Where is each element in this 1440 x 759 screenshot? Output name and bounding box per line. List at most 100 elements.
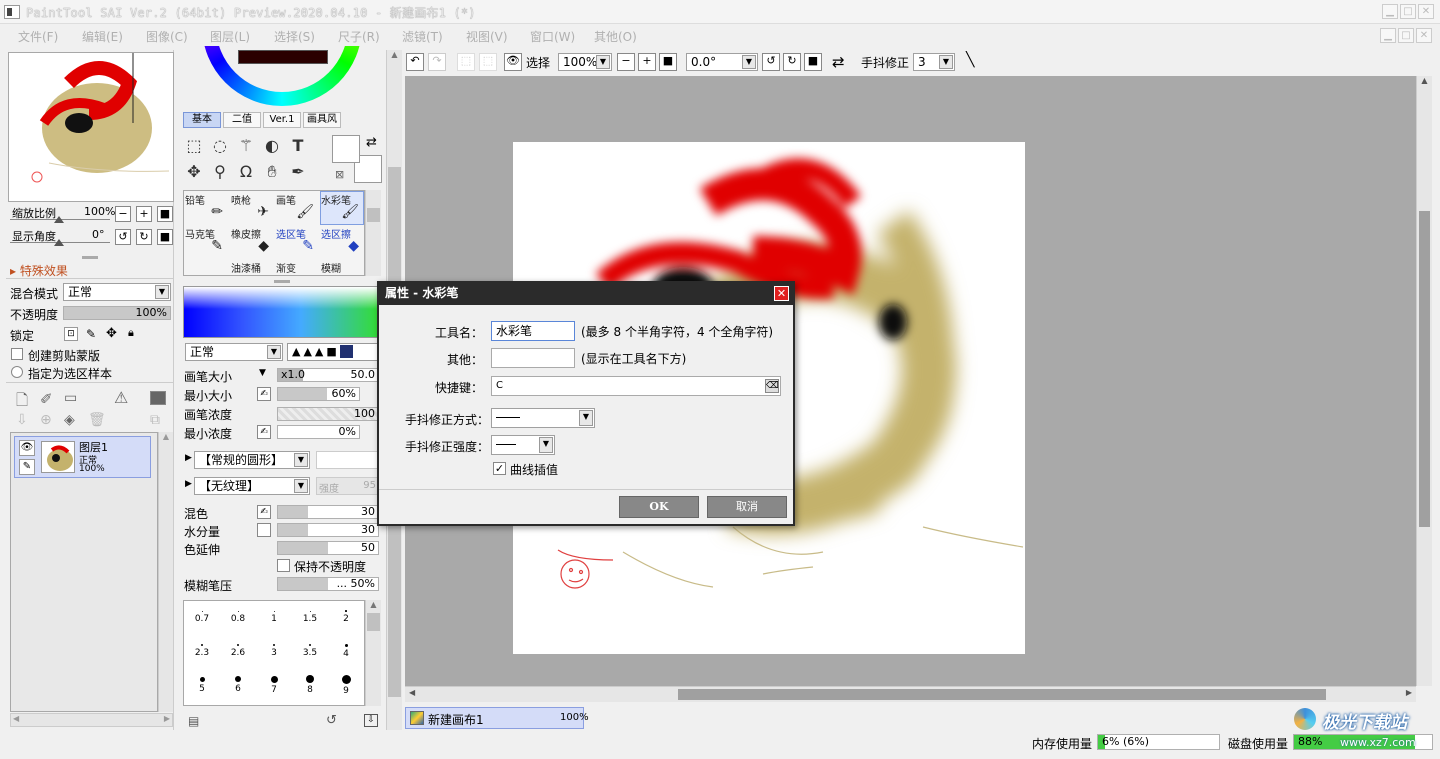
shape-icon[interactable]: ◐ <box>261 135 283 157</box>
zoom-in-button[interactable]: + <box>638 53 656 71</box>
notes-icon[interactable]: ▤ <box>188 714 199 728</box>
rotate-cw-button[interactable]: ↻ <box>783 53 801 71</box>
preset-cell[interactable]: 7 <box>256 669 292 705</box>
zoom-out-button[interactable]: − <box>115 206 131 222</box>
lasso-icon[interactable]: ◌ <box>209 135 231 157</box>
pressure-icon[interactable]: ✍ <box>257 387 271 401</box>
move-icon[interactable]: ✥ <box>183 161 205 183</box>
clear-shortcut-icon[interactable]: ⌫ <box>765 379 779 393</box>
select-sample-radio[interactable] <box>11 366 23 378</box>
maximize-button[interactable]: □ <box>1400 4 1416 19</box>
lock-all-icon[interactable]: 🔒︎ <box>128 326 134 340</box>
blend-slider[interactable]: 30 <box>277 505 379 519</box>
redo-icon[interactable]: ↷ <box>428 53 446 71</box>
menu-select[interactable]: 选择(S) <box>274 28 315 45</box>
mask-icon[interactable] <box>150 391 166 405</box>
zoom-slider-thumb-icon[interactable] <box>54 216 64 223</box>
preset-cell[interactable]: 4 <box>328 635 364 671</box>
brush-bucket[interactable]: 油漆桶 <box>230 259 274 275</box>
zoom-reset-button[interactable]: ■ <box>659 53 677 71</box>
minimize-button[interactable]: ▁ <box>1382 4 1398 19</box>
water-pressure-checkbox[interactable] <box>257 523 271 537</box>
rotate-cw-button[interactable]: ↻ <box>136 229 152 245</box>
blur-pressure-slider[interactable]: ... 50% <box>277 577 379 591</box>
doc-minimize-button[interactable]: ▁ <box>1380 28 1396 43</box>
special-effects-header[interactable]: ▸ 特殊效果 <box>10 262 68 279</box>
stabilizer-select[interactable]: 3 ▼ <box>913 53 955 71</box>
rotate-ccw-button[interactable]: ↺ <box>762 53 780 71</box>
size-slider[interactable]: x1.0 50.0 <box>277 368 379 382</box>
flip-horizontal-icon[interactable]: ⇄ <box>832 53 845 71</box>
layer-item-layer1[interactable]: 👁︎ ✎ 图层1 正常 100% <box>14 436 151 478</box>
menu-other[interactable]: 其他(O) <box>594 28 637 45</box>
brush-gradient[interactable]: 渐变 <box>275 259 319 275</box>
water-slider[interactable]: 30 <box>277 523 379 537</box>
pencil-icon[interactable]: ✎ <box>19 459 35 475</box>
menu-view[interactable]: 视图(V) <box>466 28 508 45</box>
rotate-reset-button[interactable]: ■ <box>804 53 822 71</box>
rotate-icon[interactable]: Ω <box>235 161 257 183</box>
menu-edit[interactable]: 编辑(E) <box>82 28 123 45</box>
brush-shape-select[interactable]: 【常规的圆形】 ▼ <box>194 451 310 469</box>
preset-cell[interactable]: 0.7 <box>184 601 220 637</box>
preset-cell[interactable]: 1.5 <box>292 601 328 637</box>
pressure-icon[interactable]: ✍ <box>257 425 271 439</box>
invert-selection-icon[interactable]: ⬚ <box>479 53 497 71</box>
pressure-icon[interactable]: ✍ <box>257 505 271 519</box>
blend-mode-select[interactable]: 正常 ▼ <box>63 283 171 301</box>
brush-blur[interactable]: 模糊 <box>320 259 364 275</box>
menu-layer[interactable]: 图层(L) <box>210 28 250 45</box>
shape-strength-slider[interactable] <box>316 451 380 469</box>
stabilizer-strength-select[interactable]: ▼ <box>491 435 555 455</box>
merge-visible-icon[interactable]: ⧉ <box>150 412 160 428</box>
menu-ruler[interactable]: 尺子(R) <box>338 28 380 45</box>
angle-select[interactable]: 0.0° ▼ <box>686 53 758 71</box>
layer-effect-icon[interactable]: ⚠︎ <box>114 388 128 407</box>
deselect-icon[interactable]: ⬚ <box>457 53 475 71</box>
preset-cell[interactable]: 5 <box>184 669 220 705</box>
save-icon[interactable]: ⇩ <box>364 714 378 727</box>
keep-opacity-checkbox[interactable] <box>277 559 290 572</box>
cancel-button[interactable]: 取消 <box>707 496 787 518</box>
tab-binary[interactable]: 二值 <box>223 112 261 128</box>
lock-move-icon[interactable]: ✥ <box>106 326 117 341</box>
ok-button[interactable]: OK <box>619 496 699 518</box>
brush-edge-selector[interactable]: ▲▲▲■■ <box>287 343 380 361</box>
preset-cell[interactable]: 6 <box>220 669 256 705</box>
opacity-slider[interactable]: 100% <box>63 306 171 320</box>
new-folder-icon[interactable]: ▭ <box>64 390 77 406</box>
color-wheel[interactable] <box>180 46 380 108</box>
swap-colors-icon[interactable]: ⇄ <box>366 135 377 150</box>
lock-paint-icon[interactable]: ✎ <box>86 327 96 341</box>
preset-cell[interactable]: 3 <box>256 635 292 671</box>
doc-close-button[interactable]: ✕ <box>1416 28 1432 43</box>
preset-scrollbar[interactable]: ▲ <box>365 600 381 706</box>
foreground-color-swatch[interactable] <box>332 135 360 163</box>
canvas-hscrollbar[interactable]: ◀ ▶ <box>405 686 1416 702</box>
tab-painter[interactable]: 画具风 <box>303 112 341 128</box>
texture-strength-slider[interactable]: 强度 95 <box>316 477 380 495</box>
layer-list-hscrollbar[interactable]: ◀ ▶ <box>10 713 173 727</box>
lock-transparency-icon[interactable]: ⊡ <box>64 327 78 341</box>
brush-texture-select[interactable]: 【无纹理】 ▼ <box>194 477 310 495</box>
brush-marker[interactable]: 马克笔 ✎ <box>184 225 228 259</box>
curve-interp-checkbox[interactable]: ✓ <box>493 462 506 475</box>
magic-wand-icon[interactable]: ⚚ <box>235 135 257 157</box>
brush-mode-select[interactable]: 正常 ▼ <box>185 343 283 361</box>
clip-checkbox[interactable] <box>11 348 23 360</box>
zoom-in-button[interactable]: + <box>136 206 152 222</box>
panel-splitter[interactable] <box>274 280 290 283</box>
transparent-color-icon[interactable]: ⊠ <box>335 168 344 181</box>
expand-arrow-icon[interactable]: ▶ <box>185 479 192 489</box>
density-slider[interactable]: 100 <box>277 407 379 421</box>
eye-icon[interactable]: 👁︎ <box>19 440 35 456</box>
brush-watercolor[interactable]: 水彩笔 🖌︎ <box>320 191 364 225</box>
new-linework-icon[interactable]: ✐ <box>40 390 53 408</box>
trash-icon[interactable]: 🗑︎ <box>88 412 106 428</box>
rotate-reset-button[interactable]: ■ <box>157 229 173 245</box>
persist-slider[interactable]: 50 <box>277 541 379 555</box>
layer-list-scrollbar[interactable]: ▲ <box>158 432 173 712</box>
zoom-reset-button[interactable]: ■ <box>157 206 173 222</box>
doc-restore-button[interactable]: □ <box>1398 28 1414 43</box>
angle-slider-thumb-icon[interactable] <box>54 239 64 246</box>
